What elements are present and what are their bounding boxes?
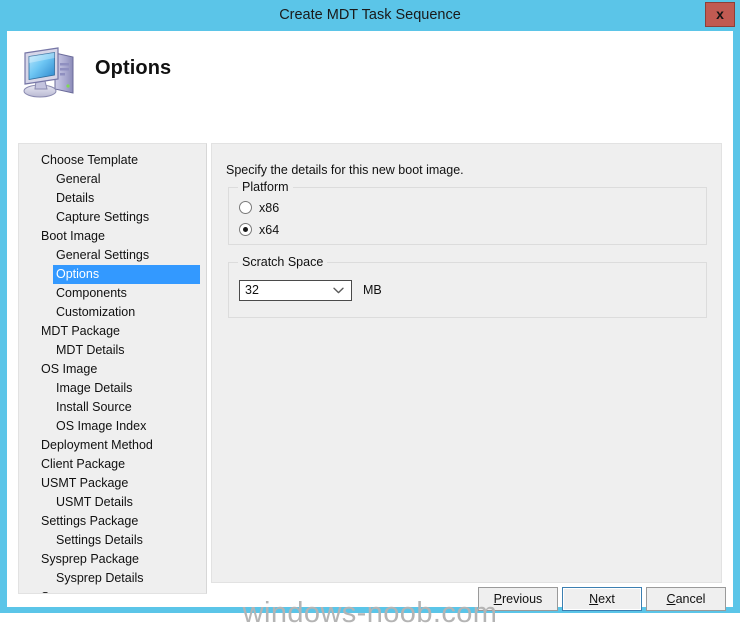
sidebar-item-image-details[interactable]: Image Details	[19, 379, 206, 398]
radio-x86-mark[interactable]	[239, 201, 252, 214]
previous-button-accel: P	[493, 592, 503, 606]
sidebar-item-settings-details[interactable]: Settings Details	[19, 531, 206, 550]
scratch-space-group: Scratch Space 32 MB	[228, 255, 707, 318]
sidebar-item-boot-image[interactable]: Boot Image	[19, 227, 206, 246]
computer-monitor-icon	[19, 43, 81, 101]
sidebar-item-sysprep-details[interactable]: Sysprep Details	[19, 569, 206, 588]
scratch-space-group-label: Scratch Space	[238, 255, 328, 269]
cancel-button[interactable]: Cancel	[646, 587, 726, 611]
sidebar-item-capture-settings[interactable]: Capture Settings	[19, 208, 206, 227]
close-button[interactable]: x	[705, 2, 735, 27]
next-button-label: ext	[598, 592, 615, 606]
sidebar-item-general-settings[interactable]: General Settings	[19, 246, 206, 265]
sidebar-item-choose-template[interactable]: Choose Template	[19, 151, 206, 170]
sidebar-item-summary[interactable]: Summary	[19, 588, 206, 593]
wizard-step-list[interactable]: Choose Template General Details Capture …	[18, 143, 207, 594]
sidebar-item-client-package[interactable]: Client Package	[19, 455, 206, 474]
next-button-accel: N	[589, 592, 599, 606]
radio-x64[interactable]: x64	[239, 222, 279, 238]
cancel-button-accel: C	[666, 592, 676, 606]
sidebar-item-mdt-package[interactable]: MDT Package	[19, 322, 206, 341]
radio-x86[interactable]: x86	[239, 200, 279, 216]
radio-x64-mark[interactable]	[239, 223, 252, 236]
sidebar-item-options[interactable]: Options	[53, 265, 200, 284]
sidebar-item-general[interactable]: General	[19, 170, 206, 189]
platform-group: Platform x86 x64	[228, 180, 707, 245]
radio-x86-label: x86	[259, 201, 280, 215]
instruction-text: Specify the details for this new boot im…	[226, 163, 464, 177]
scratch-space-value: 32	[245, 283, 259, 297]
previous-button[interactable]: Previous	[478, 587, 558, 611]
title-bar: Create MDT Task Sequence x	[7, 0, 735, 31]
dialog-client-area: Options Choose Template General Details …	[7, 31, 733, 629]
sidebar-item-usmt-package[interactable]: USMT Package	[19, 474, 206, 493]
scratch-space-dropdown[interactable]: 32	[239, 280, 352, 301]
scratch-space-unit-label: MB	[363, 283, 382, 297]
sidebar-item-components[interactable]: Components	[19, 284, 206, 303]
cancel-button-label: ancel	[675, 592, 706, 606]
sidebar-item-settings-package[interactable]: Settings Package	[19, 512, 206, 531]
sidebar-item-usmt-details[interactable]: USMT Details	[19, 493, 206, 512]
content-panel: Specify the details for this new boot im…	[211, 143, 722, 583]
sidebar-item-install-source[interactable]: Install Source	[19, 398, 206, 417]
sidebar-item-details[interactable]: Details	[19, 189, 206, 208]
dialog-header: Options	[7, 31, 733, 114]
next-button[interactable]: Next	[562, 587, 642, 611]
platform-group-label: Platform	[238, 180, 293, 194]
window-title: Create MDT Task Sequence	[279, 7, 461, 23]
sidebar-item-customization[interactable]: Customization	[19, 303, 206, 322]
sidebar-item-sysprep-package[interactable]: Sysprep Package	[19, 550, 206, 569]
dialog-window: Create MDT Task Sequence x Options Choos…	[0, 0, 740, 629]
sidebar-item-mdt-details[interactable]: MDT Details	[19, 341, 206, 360]
radio-x64-label: x64	[259, 223, 280, 237]
sidebar-item-deployment-method[interactable]: Deployment Method	[19, 436, 206, 455]
previous-button-label: revious	[502, 592, 543, 606]
page-title: Options	[95, 57, 172, 79]
sidebar-item-os-image[interactable]: OS Image	[19, 360, 206, 379]
chevron-down-icon[interactable]	[333, 281, 344, 300]
sidebar-item-os-image-index[interactable]: OS Image Index	[19, 417, 206, 436]
